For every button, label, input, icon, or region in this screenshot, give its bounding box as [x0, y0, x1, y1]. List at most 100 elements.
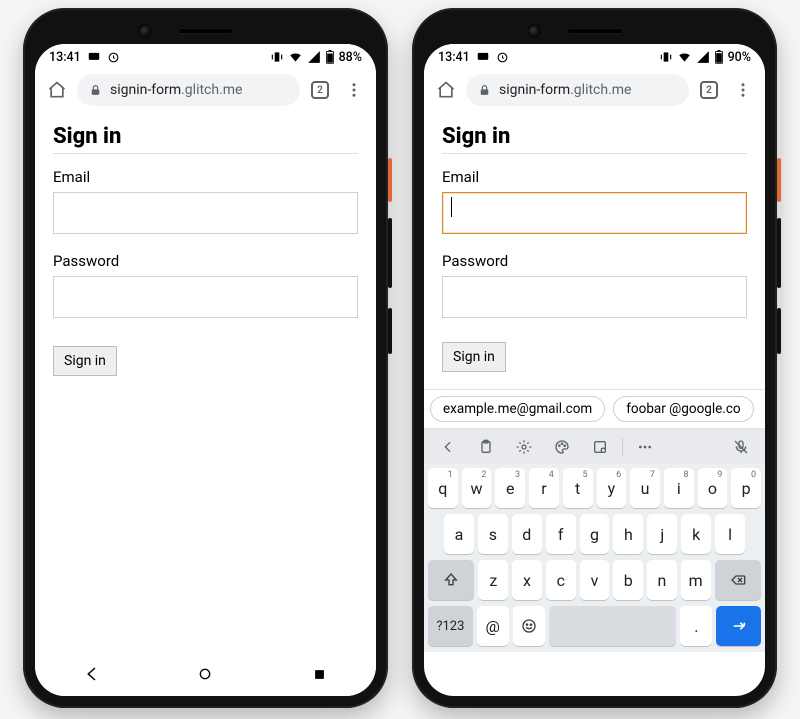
- home-button[interactable]: [194, 663, 216, 685]
- at-key-label: @: [486, 617, 500, 636]
- email-field[interactable]: [53, 192, 358, 234]
- sync-icon: [496, 51, 509, 64]
- phone-left: 13:41 88% signin-: [23, 8, 388, 708]
- key-l[interactable]: l: [715, 514, 745, 554]
- key-u[interactable]: u7: [630, 468, 660, 508]
- address-bar[interactable]: signin-form.glitch.me: [466, 74, 689, 106]
- soft-keyboard: example.me@gmail.com foobar @google.co q…: [424, 389, 765, 652]
- recents-button[interactable]: [308, 663, 330, 685]
- symbols-key[interactable]: ?123: [428, 606, 473, 646]
- clipboard-icon[interactable]: [468, 433, 504, 461]
- key-k[interactable]: k: [681, 514, 711, 554]
- address-bar[interactable]: signin-form.glitch.me: [77, 74, 300, 106]
- key-r[interactable]: r4: [529, 468, 559, 508]
- autofill-suggestions: example.me@gmail.com foobar @google.co: [424, 389, 765, 428]
- sync-icon: [107, 51, 120, 64]
- autofill-chip[interactable]: example.me@gmail.com: [430, 396, 605, 422]
- key-a[interactable]: a: [444, 514, 474, 554]
- key-superscript: 8: [684, 470, 689, 480]
- overflow-menu-icon[interactable]: [340, 76, 368, 104]
- key-c[interactable]: c: [546, 560, 576, 600]
- tabs-button[interactable]: 2: [695, 76, 723, 104]
- front-camera: [529, 26, 539, 36]
- text-cursor: [451, 197, 452, 217]
- key-g[interactable]: g: [580, 514, 610, 554]
- period-key[interactable]: .: [680, 606, 712, 646]
- lock-icon: [478, 84, 491, 97]
- key-s[interactable]: s: [478, 514, 508, 554]
- password-field[interactable]: [53, 276, 358, 318]
- signin-button[interactable]: Sign in: [442, 342, 506, 372]
- gear-icon[interactable]: [506, 433, 542, 461]
- key-w[interactable]: w2: [462, 468, 492, 508]
- space-key[interactable]: [549, 606, 677, 646]
- tabs-button[interactable]: 2: [306, 76, 334, 104]
- key-z[interactable]: z: [478, 560, 508, 600]
- key-t[interactable]: t5: [563, 468, 593, 508]
- home-icon[interactable]: [432, 76, 460, 104]
- key-superscript: 7: [650, 470, 655, 480]
- speaker-grille: [567, 28, 623, 34]
- volume-button: [388, 308, 392, 354]
- key-v[interactable]: v: [580, 560, 610, 600]
- home-icon[interactable]: [43, 76, 71, 104]
- key-superscript: 1: [448, 470, 453, 480]
- key-superscript: 4: [549, 470, 554, 480]
- key-q[interactable]: q1: [428, 468, 458, 508]
- key-e[interactable]: e3: [495, 468, 525, 508]
- key-x[interactable]: x: [512, 560, 542, 600]
- speaker-grille: [178, 28, 234, 34]
- signal-icon: [696, 50, 710, 64]
- email-label: Email: [442, 168, 747, 186]
- more-icon[interactable]: [627, 433, 663, 461]
- chevron-left-icon[interactable]: [430, 433, 466, 461]
- key-superscript: 3: [515, 470, 520, 480]
- back-button[interactable]: [81, 663, 103, 685]
- sticker-icon[interactable]: [582, 433, 618, 461]
- shift-key[interactable]: [428, 560, 474, 600]
- signin-button-label: Sign in: [453, 349, 495, 365]
- web-page: Sign in Email Password Sign in: [35, 112, 376, 652]
- key-b[interactable]: b: [613, 560, 643, 600]
- battery-percent: 90%: [728, 50, 751, 65]
- key-n[interactable]: n: [647, 560, 677, 600]
- status-bar: 13:41 88%: [35, 44, 376, 68]
- email-label: Email: [53, 168, 358, 186]
- key-superscript: 0: [751, 470, 756, 480]
- battery-percent: 88%: [339, 50, 362, 65]
- email-field[interactable]: [442, 192, 747, 234]
- page-title: Sign in: [442, 124, 747, 149]
- key-h[interactable]: h: [613, 514, 643, 554]
- backspace-key[interactable]: [715, 560, 761, 600]
- palette-icon[interactable]: [544, 433, 580, 461]
- password-field[interactable]: [442, 276, 747, 318]
- page-title: Sign in: [53, 124, 358, 149]
- status-bar: 13:41 90%: [424, 44, 765, 68]
- key-y[interactable]: y6: [597, 468, 627, 508]
- key-p[interactable]: p0: [731, 468, 761, 508]
- period-key-label: .: [694, 617, 698, 636]
- wifi-icon: [677, 50, 692, 64]
- key-o[interactable]: o9: [698, 468, 728, 508]
- overflow-menu-icon[interactable]: [729, 76, 757, 104]
- battery-icon: [714, 50, 724, 64]
- at-key[interactable]: @: [477, 606, 509, 646]
- symbols-key-label: ?123: [436, 619, 464, 634]
- autofill-chip[interactable]: foobar @google.co: [613, 396, 753, 422]
- emoji-key[interactable]: [513, 606, 545, 646]
- key-j[interactable]: j: [647, 514, 677, 554]
- volume-button: [777, 218, 781, 288]
- key-m[interactable]: m: [681, 560, 711, 600]
- front-camera: [140, 26, 150, 36]
- url-host: signin-form: [499, 82, 570, 98]
- key-i[interactable]: i8: [664, 468, 694, 508]
- enter-key[interactable]: [716, 606, 761, 646]
- divider: [442, 153, 747, 154]
- url-host: signin-form: [110, 82, 181, 98]
- signin-button[interactable]: Sign in: [53, 346, 117, 376]
- wifi-icon: [288, 50, 303, 64]
- mic-off-icon[interactable]: [723, 433, 759, 461]
- message-icon: [476, 50, 490, 64]
- key-f[interactable]: f: [546, 514, 576, 554]
- key-d[interactable]: d: [512, 514, 542, 554]
